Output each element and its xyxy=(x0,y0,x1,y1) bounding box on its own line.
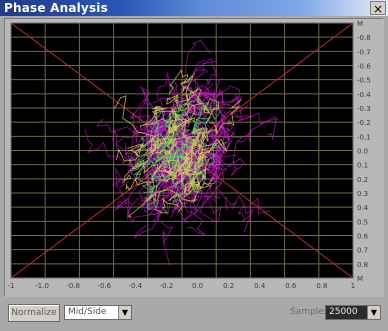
close-icon: × xyxy=(372,2,384,16)
x-tick-label: -0.4 xyxy=(129,282,143,290)
x-tick-label: -0.2 xyxy=(160,282,174,290)
y-tick-label: 0.7 xyxy=(357,247,368,255)
phase-analysis-window: Phase Analysis × M -0.8 -0.7 -0.6 -0.5 -0.4 -0… xyxy=(0,0,388,331)
y-tick-label: -0.2 xyxy=(357,119,371,127)
y-tick-label: 0.8 xyxy=(357,261,368,269)
y-tick-label: M xyxy=(357,20,363,28)
mode-select[interactable]: Mid/Side ▼ xyxy=(64,305,132,320)
x-tick-label: 0.0 xyxy=(192,282,203,290)
y-tick-label: 0.4 xyxy=(357,204,369,212)
samples-select[interactable]: 25000 ▼ xyxy=(325,305,381,320)
samples-select-value: 25000 xyxy=(329,307,358,317)
x-tick-label: -1 xyxy=(8,282,15,290)
x-tick-label: 0.2 xyxy=(223,282,234,290)
title-bar[interactable]: Phase Analysis × xyxy=(0,0,388,16)
y-tick-label: 0.5 xyxy=(357,218,368,226)
window-title: Phase Analysis xyxy=(4,1,108,15)
normalize-button[interactable]: Normalize xyxy=(8,304,60,322)
y-tick-label: -0.3 xyxy=(357,105,371,113)
mode-select-value: Mid/Side xyxy=(68,307,107,317)
y-tick-label: 0.3 xyxy=(357,190,368,198)
y-tick-label: -0.6 xyxy=(357,63,371,71)
y-tick-label: M xyxy=(357,275,363,283)
x-tick-label: 0.6 xyxy=(285,282,297,290)
x-tick-label: 1 xyxy=(351,282,355,290)
chevron-down-icon: ▼ xyxy=(118,306,131,319)
close-button[interactable]: × xyxy=(370,1,386,16)
x-tick-label: 0.4 xyxy=(254,282,266,290)
y-tick-label: -0.4 xyxy=(357,91,371,99)
y-tick-label: -0.5 xyxy=(357,77,371,85)
x-tick-label: -0.8 xyxy=(66,282,80,290)
y-tick-label: 0.6 xyxy=(357,233,369,241)
y-tick-label: -0.1 xyxy=(357,133,371,141)
y-tick-label: 0.0 xyxy=(357,148,368,156)
y-tick-label: -0.7 xyxy=(357,48,371,56)
y-tick-label: 0.1 xyxy=(357,162,368,170)
chevron-down-icon: ▼ xyxy=(367,306,380,319)
x-tick-label: -1.0 xyxy=(35,282,49,290)
samples-label: Samples xyxy=(290,307,329,317)
y-tick-label: 0.2 xyxy=(357,176,368,184)
controls-bar: Normalize Mid/Side ▼ Samples 25000 ▼ xyxy=(0,300,388,331)
x-tick-label: -0.6 xyxy=(97,282,111,290)
phase-plot-panel: M -0.8 -0.7 -0.6 -0.5 -0.4 -0.3 -0.2 -0.1 0.0 0.1 0… xyxy=(4,18,384,297)
x-tick-label: 0.8 xyxy=(316,282,327,290)
y-tick-label: -0.8 xyxy=(357,34,371,42)
phase-plot: M -0.8 -0.7 -0.6 -0.5 -0.4 -0.3 -0.2 -0.1 0.0 0.1 0… xyxy=(5,19,384,297)
